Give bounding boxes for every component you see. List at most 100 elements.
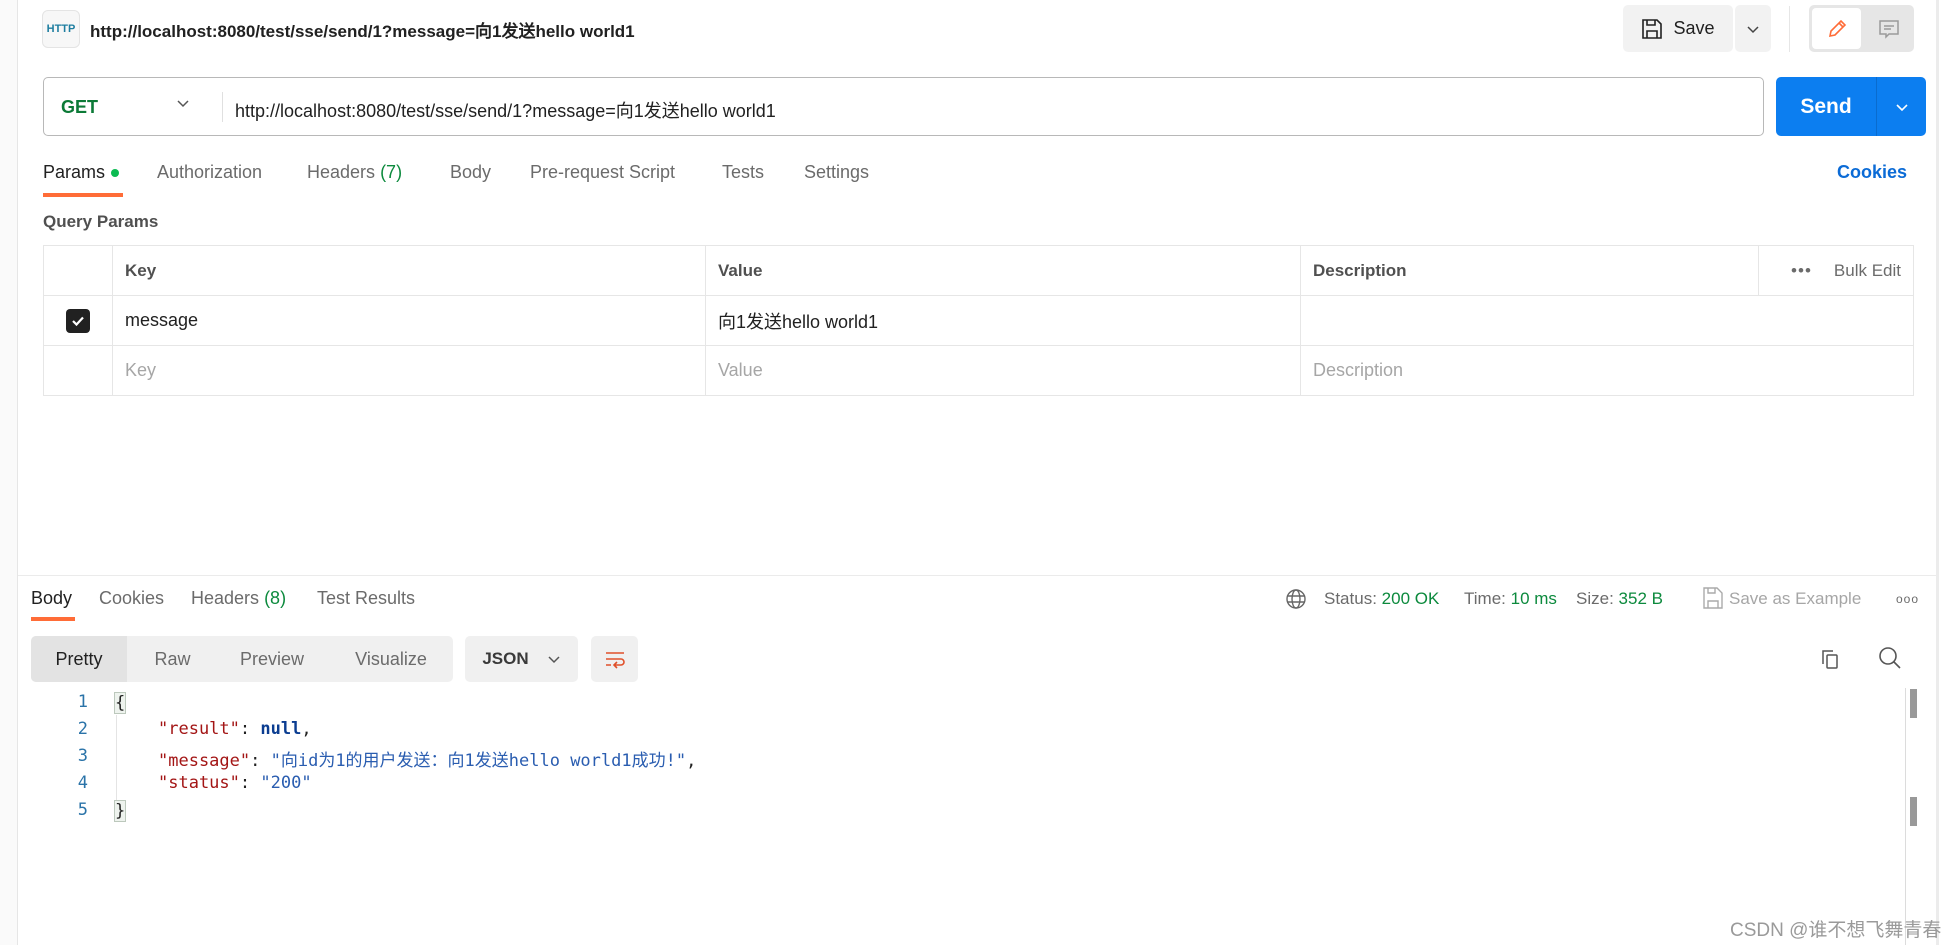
request-title[interactable]: http://localhost:8080/test/sse/send/1?me… — [90, 17, 635, 42]
pane-divider[interactable] — [18, 575, 1936, 576]
tab-settings[interactable]: Settings — [804, 162, 869, 183]
url-input[interactable]: http://localhost:8080/test/sse/send/1?me… — [235, 97, 776, 123]
format-label: JSON — [482, 649, 529, 668]
response-tab-body[interactable]: Body — [31, 588, 72, 609]
chevron-down-icon — [548, 656, 560, 664]
view-visualize[interactable]: Visualize — [336, 636, 446, 682]
size-value: 352 B — [1618, 589, 1663, 608]
send-dropdown-button[interactable] — [1877, 77, 1926, 136]
edit-mode-button[interactable] — [1812, 8, 1861, 49]
wrap-lines-button[interactable] — [591, 636, 638, 682]
json-line-message: "message": "向id为1的用户发送：向1发送hello world1成… — [158, 751, 697, 771]
sidebar-edge — [0, 0, 18, 945]
bulk-edit-button[interactable]: Bulk Edit — [1834, 261, 1901, 280]
json-key: "result" — [158, 719, 240, 739]
json-brace-open: { — [114, 692, 127, 714]
description-input[interactable]: Description — [1300, 345, 1914, 396]
row-checkbox[interactable] — [66, 308, 90, 333]
json-key: "status" — [158, 773, 240, 793]
tab-label: Params — [43, 162, 106, 182]
key-input[interactable]: Key — [112, 345, 706, 396]
globe-icon[interactable] — [1285, 588, 1307, 610]
tab-label: Headers — [191, 588, 260, 608]
query-params-table: Key Value Description ••• Bulk Edit messa… — [43, 245, 1914, 396]
json-line-result: "result": null, — [158, 719, 312, 739]
header-cell — [43, 245, 113, 296]
save-label: Save — [1673, 18, 1715, 38]
chevron-down-icon — [1747, 25, 1759, 33]
json-brace-close: } — [114, 800, 127, 822]
view-raw[interactable]: Raw — [135, 636, 210, 682]
search-icon[interactable] — [1878, 646, 1902, 670]
response-time[interactable]: Time: 10 ms — [1464, 589, 1557, 609]
response-size[interactable]: Size: 352 B — [1576, 589, 1663, 609]
response-tab-headers[interactable]: Headers (8) — [191, 588, 286, 609]
right-panel-edge — [1936, 0, 1958, 945]
response-tab-cookies[interactable]: Cookies — [99, 588, 164, 609]
more-options-icon[interactable]: ••• — [1791, 261, 1812, 280]
status[interactable]: Status: 200 OK — [1324, 589, 1439, 609]
tab-authorization[interactable]: Authorization — [157, 162, 262, 183]
tab-tests[interactable]: Tests — [722, 162, 764, 183]
http-request-icon: HTTP — [42, 10, 80, 48]
description-cell[interactable] — [1300, 295, 1914, 346]
headers-count: (7) — [380, 162, 403, 182]
time-value: 10 ms — [1510, 589, 1557, 608]
chevron-down-icon — [1895, 103, 1908, 111]
tab-label: Headers — [307, 162, 376, 182]
key-cell[interactable]: message — [112, 295, 706, 346]
view-pretty[interactable]: Pretty — [31, 636, 127, 682]
scrollbar-thumb[interactable] — [1910, 689, 1917, 718]
save-icon — [1703, 587, 1723, 609]
checkmark-icon — [72, 316, 84, 326]
bulk-edit-cell: ••• Bulk Edit — [1758, 245, 1914, 296]
active-tab-underline — [43, 193, 123, 197]
header-value: Value — [705, 245, 1301, 296]
header-description: Description — [1300, 245, 1759, 296]
method-select[interactable]: GET — [61, 97, 98, 118]
chevron-down-icon[interactable] — [176, 96, 190, 110]
checkbox-cell — [43, 345, 113, 396]
line-number: 4 — [77, 773, 88, 793]
table-header-row: Key Value Description ••• Bulk Edit — [43, 245, 1914, 296]
scrollbar-thumb[interactable] — [1910, 797, 1917, 826]
view-preview[interactable]: Preview — [222, 636, 322, 682]
divider — [1789, 6, 1790, 52]
wrap-icon — [605, 652, 625, 669]
headers-count: (8) — [264, 588, 287, 608]
save-button[interactable]: Save — [1623, 5, 1733, 52]
json-value: "200" — [260, 773, 312, 793]
status-value: 200 OK — [1381, 589, 1440, 608]
save-as-example-button[interactable]: Save as Example — [1729, 589, 1861, 609]
line-number: 1 — [77, 692, 88, 712]
save-dropdown-button[interactable] — [1735, 5, 1771, 52]
checkbox-cell — [43, 295, 113, 346]
tab-pre-request-script[interactable]: Pre-request Script — [530, 162, 675, 183]
value-cell[interactable]: 向1发送hello world1 — [705, 295, 1301, 346]
header-key: Key — [112, 245, 706, 296]
more-options-icon[interactable]: ooo — [1896, 592, 1919, 606]
line-number: 3 — [77, 746, 88, 766]
response-tab-test-results[interactable]: Test Results — [317, 588, 415, 609]
tab-headers[interactable]: Headers (7) — [307, 162, 402, 183]
pencil-icon — [1828, 19, 1846, 37]
save-icon — [1642, 18, 1663, 39]
line-number: 5 — [77, 800, 88, 820]
scrollbar-track[interactable] — [1905, 688, 1906, 945]
format-select[interactable]: JSON — [465, 636, 578, 682]
table-row: message 向1发送hello world1 — [43, 295, 1914, 346]
tab-body[interactable]: Body — [450, 162, 491, 183]
tab-params[interactable]: Params — [43, 162, 120, 183]
json-line-status: "status": "200" — [158, 773, 312, 793]
divider — [222, 92, 223, 122]
comments-button[interactable] — [1866, 8, 1912, 49]
size-label: Size: — [1576, 589, 1614, 608]
active-dot-icon — [111, 169, 120, 178]
watermark: CSDN @谁不想飞舞青春 — [1730, 920, 1942, 941]
copy-icon[interactable] — [1819, 648, 1841, 670]
json-key: "message" — [158, 751, 251, 771]
cookies-link[interactable]: Cookies — [1837, 162, 1907, 183]
value-input[interactable]: Value — [705, 345, 1301, 396]
table-row-empty: Key Value Description — [43, 345, 1914, 396]
send-button[interactable]: Send — [1776, 77, 1876, 136]
